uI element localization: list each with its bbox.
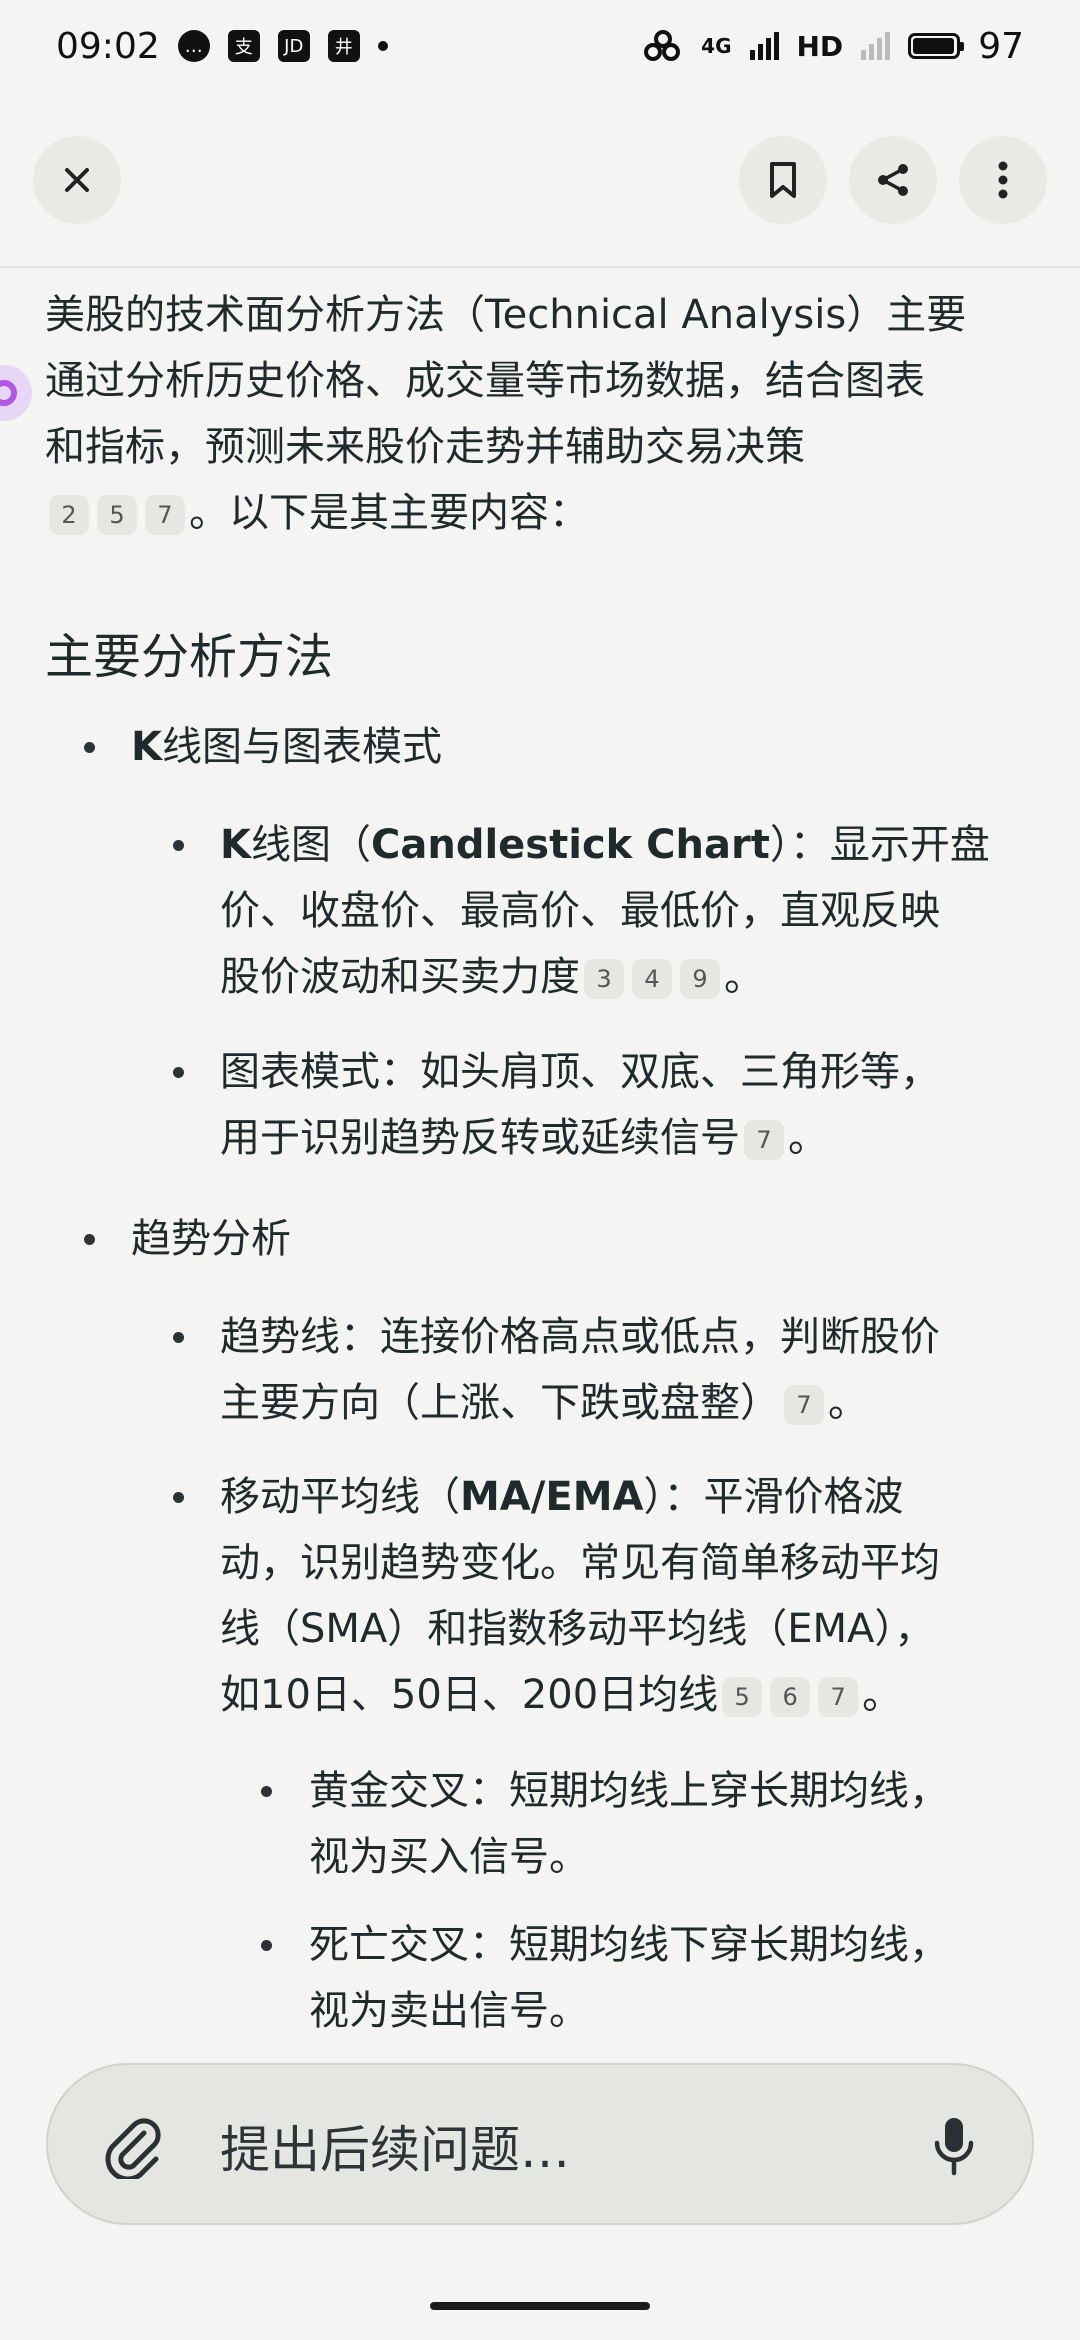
text: 。 bbox=[828, 1380, 868, 1426]
citation-chip[interactable]: 6 bbox=[770, 1677, 811, 1717]
candlestick-line-1: K线图（Candlestick Chart）：显示开盘 bbox=[220, 812, 990, 878]
bullet-candlestick-title: K线图与图表模式 bbox=[131, 714, 442, 780]
bullet-dot bbox=[173, 1067, 184, 1078]
text: ）：显示开盘 bbox=[769, 822, 990, 868]
share-button[interactable] bbox=[849, 136, 937, 224]
more-vertical-icon bbox=[998, 161, 1008, 199]
intro-line-2: 通过分析历史价格、成交量等市场数据，结合图表 bbox=[45, 358, 925, 404]
battery-level: 97 bbox=[978, 25, 1024, 67]
golden-cross-line-1: 黄金交叉：短期均线上穿长期均线， bbox=[309, 1768, 949, 1814]
text-bold: Candlestick Chart bbox=[371, 822, 770, 868]
article-content: 美股的技术面分析方法（Technical Analysis）主要 通过分析历史价… bbox=[0, 272, 1080, 2252]
chart-pattern-line-1: 图表模式：如头肩顶、双底、三角形等， bbox=[220, 1049, 940, 1095]
intro-line-1: 美股的技术面分析方法（Technical Analysis）主要 bbox=[45, 292, 967, 338]
text: 如10日、50日、200日均线 bbox=[220, 1672, 719, 1718]
citation-chip[interactable]: 9 bbox=[680, 959, 720, 999]
citation-chip[interactable]: 2 bbox=[49, 495, 89, 535]
text: ）：平滑价格波 bbox=[643, 1474, 904, 1520]
share-icon bbox=[878, 164, 908, 196]
citation-chip[interactable]: 7 bbox=[784, 1385, 824, 1425]
text: 。 bbox=[862, 1672, 903, 1718]
status-bar: 09:02 … 支 JD 井 4G HD 97 bbox=[0, 0, 1080, 92]
citation-chip[interactable]: 5 bbox=[722, 1677, 763, 1717]
bullet-dot bbox=[84, 742, 95, 753]
moving-average-line-2: 动，识别趋势变化。常见有简单移动平均 bbox=[220, 1540, 940, 1586]
hd-indicator: HD bbox=[796, 29, 844, 63]
death-cross-line-1: 死亡交叉：短期均线下穿长期均线， bbox=[309, 1922, 949, 1968]
close-button[interactable] bbox=[33, 136, 121, 224]
text: 。 bbox=[724, 954, 764, 1000]
citation-chip[interactable]: 3 bbox=[584, 959, 624, 999]
trendline-line-1: 趋势线：连接价格高点或低点，判断股价 bbox=[220, 1314, 940, 1360]
microphone-icon[interactable] bbox=[930, 2115, 978, 2177]
toolbar-divider bbox=[0, 266, 1080, 268]
bullet-title-bold: K bbox=[131, 724, 162, 770]
bullet-dot bbox=[261, 1786, 272, 1797]
text: 股价波动和买卖力度 bbox=[220, 954, 580, 1000]
signal-strength-icon bbox=[749, 32, 779, 60]
moving-average-line-3: 线（SMA）和指数移动平均线（EMA）， bbox=[220, 1606, 935, 1652]
signal-secondary-icon bbox=[861, 32, 891, 60]
grid-app-icon: 井 bbox=[327, 30, 360, 62]
golden-cross-line-2: 视为买入信号。 bbox=[309, 1834, 589, 1880]
follow-up-input-placeholder[interactable]: 提出后续问题… bbox=[220, 2110, 570, 2182]
notification-dot-icon bbox=[377, 41, 388, 51]
moving-average-line-4: 如10日、50日、200日均线 5 6 7。 bbox=[220, 1662, 902, 1728]
section-title: 主要分析方法 bbox=[45, 629, 334, 685]
text-bold: MA/EMA bbox=[460, 1474, 644, 1520]
text-bold: K bbox=[220, 822, 251, 868]
citation-chip[interactable]: 4 bbox=[632, 959, 672, 999]
citation-chip[interactable]: 7 bbox=[818, 1677, 859, 1717]
bookmark-button[interactable] bbox=[739, 136, 827, 224]
citation-chip[interactable]: 7 bbox=[145, 495, 185, 535]
bullet-dot bbox=[173, 840, 184, 851]
intro-line-3: 和指标，预测未来股价走势并辅助交易决策 bbox=[45, 424, 805, 470]
bullet-dot bbox=[173, 1332, 184, 1343]
moving-average-line-1: 移动平均线（MA/EMA）：平滑价格波 bbox=[220, 1464, 903, 1530]
candlestick-line-3: 股价波动和买卖力度 3 4 9。 bbox=[220, 944, 764, 1010]
bullet-trend-title: 趋势分析 bbox=[131, 1216, 291, 1262]
bullet-dot bbox=[173, 1492, 184, 1503]
top-toolbar bbox=[0, 132, 1080, 228]
trendline-line-2: 主要方向（上涨、下跌或盘整） 7。 bbox=[220, 1370, 868, 1436]
bullet-dot bbox=[261, 1940, 272, 1951]
intro-line-4-text: 。以下是其主要内容： bbox=[189, 490, 589, 536]
text: 用于识别趋势反转或延续信号 bbox=[220, 1115, 740, 1161]
chart-pattern-line-2: 用于识别趋势反转或延续信号 7。 bbox=[220, 1105, 828, 1171]
home-indicator[interactable] bbox=[430, 2302, 650, 2310]
text: 主要方向（上涨、下跌或盘整） bbox=[220, 1380, 780, 1426]
jd-app-icon: JD bbox=[277, 30, 310, 62]
intro-line-4: 2 5 7 。以下是其主要内容： bbox=[45, 480, 589, 546]
citation-chip[interactable]: 7 bbox=[744, 1120, 784, 1160]
assistant-ring-icon bbox=[0, 380, 17, 406]
text: 。 bbox=[788, 1115, 828, 1161]
bookmark-icon bbox=[770, 162, 796, 198]
status-time: 09:02 bbox=[56, 25, 160, 67]
battery-icon bbox=[908, 33, 965, 59]
bullet-dot bbox=[84, 1234, 95, 1245]
death-cross-line-2: 视为卖出信号。 bbox=[309, 1988, 589, 2034]
more-options-button[interactable] bbox=[959, 136, 1047, 224]
follow-up-input-bar[interactable]: 提出后续问题… bbox=[46, 2063, 1034, 2225]
citation-chip[interactable]: 5 bbox=[97, 495, 137, 535]
text: 线图（ bbox=[251, 822, 371, 868]
candlestick-line-2: 价、收盘价、最高价、最低价，直观反映 bbox=[220, 888, 940, 934]
hotspot-icon bbox=[644, 30, 681, 61]
close-icon bbox=[65, 168, 89, 192]
text: 移动平均线（ bbox=[220, 1474, 460, 1520]
message-app-icon: … bbox=[177, 30, 210, 62]
bullet-title-text: 线图与图表模式 bbox=[162, 724, 442, 770]
network-type: 4G bbox=[701, 34, 732, 58]
alipay-app-icon: 支 bbox=[227, 30, 260, 62]
paperclip-icon[interactable] bbox=[100, 2111, 164, 2179]
